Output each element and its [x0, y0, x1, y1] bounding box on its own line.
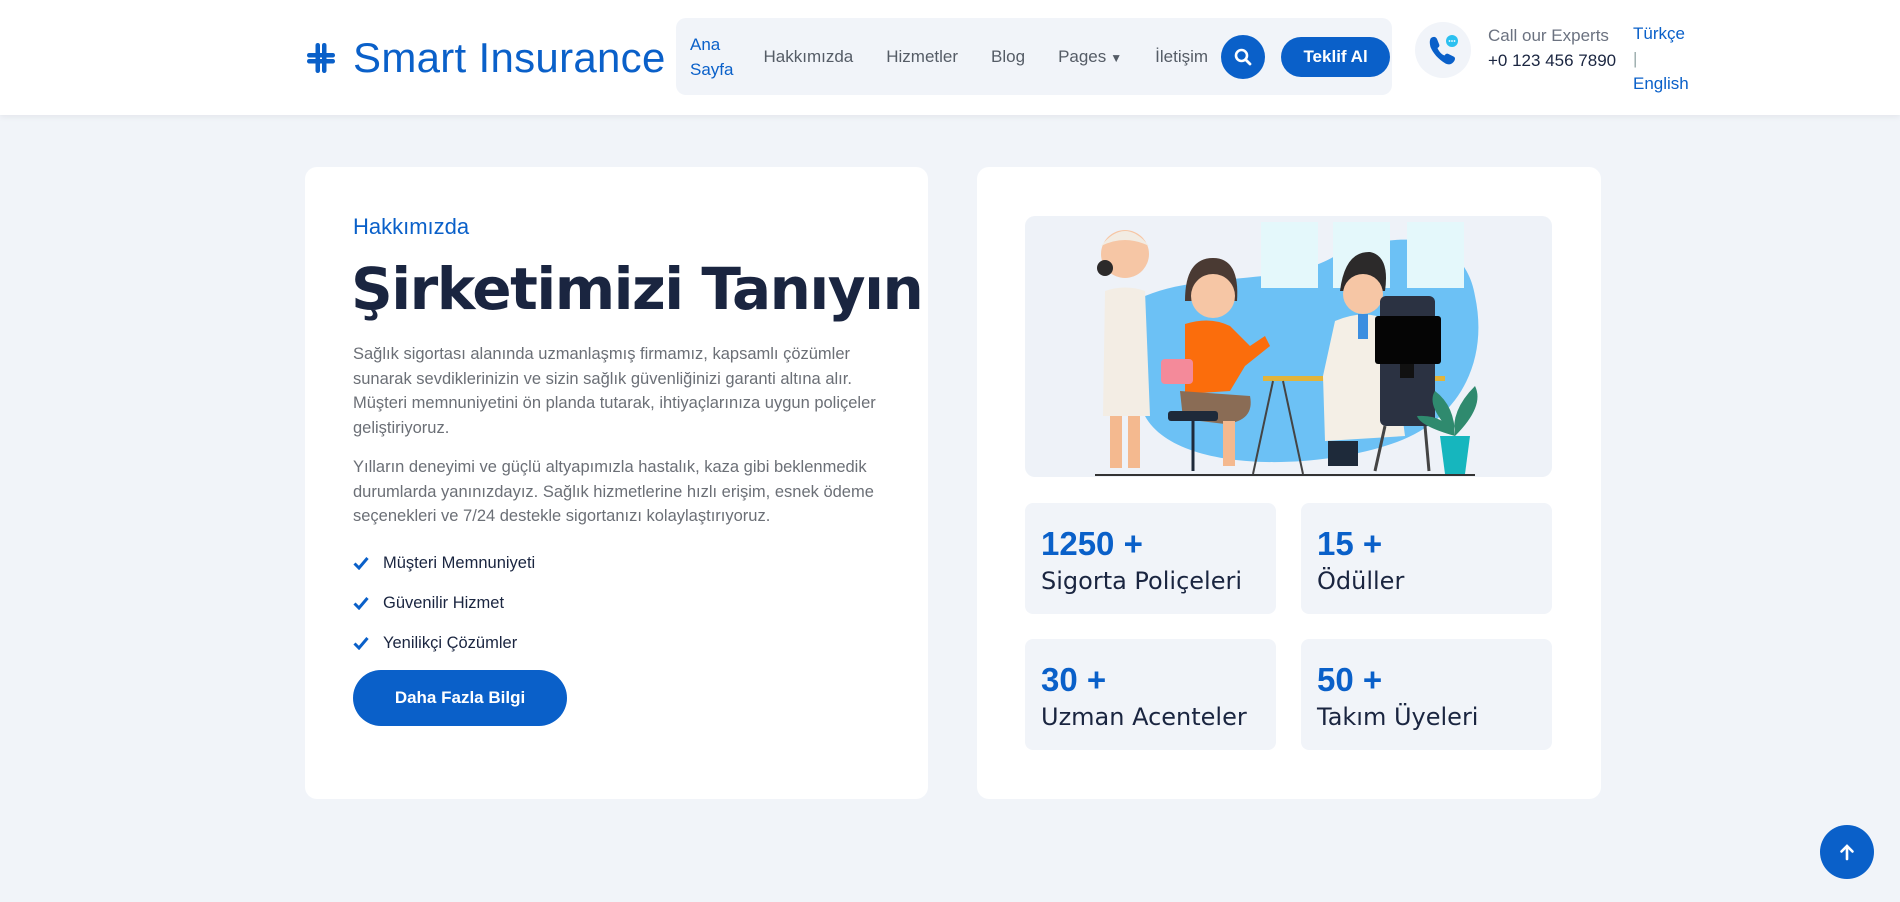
lang-separator: | [1633, 49, 1638, 68]
doctor-consultation-illustration [1025, 216, 1552, 477]
stat-label: Uzman Acenteler [1041, 703, 1247, 731]
illustration-svg [1095, 222, 1479, 476]
phone-chat-icon [1429, 35, 1458, 65]
check-icon [353, 557, 369, 570]
nav-about[interactable]: Hakkımızda [763, 47, 853, 67]
brand-logo[interactable]: Smart Insurance [303, 34, 666, 82]
checklist-item: Güvenilir Hizmet [353, 583, 535, 623]
learn-more-button[interactable]: Daha Fazla Bilgi [353, 670, 567, 726]
search-button[interactable] [1221, 34, 1266, 79]
scroll-to-top-button[interactable] [1820, 825, 1874, 879]
nav-services[interactable]: Hizmetler [886, 47, 958, 67]
checklist-item: Müşteri Memnuniyeti [353, 543, 535, 583]
page-title: Şirketimizi Tanıyın [351, 255, 924, 323]
about-paragraph-1: Sağlık sigortası alanında uzmanlaşmış fi… [353, 345, 876, 437]
stat-card-team: 50 + Takım Üyeleri [1301, 639, 1552, 750]
checklist-label: Müşteri Memnuniyeti [383, 553, 536, 572]
stat-card-awards: 15 + Ödüller [1301, 503, 1552, 614]
language-switcher: Türkçe | English [1633, 21, 1689, 96]
slack-like-logo-icon [307, 43, 335, 73]
search-icon [1234, 48, 1252, 65]
nav-home[interactable]: Ana Sayfa [690, 32, 733, 82]
section-kicker: Hakkımızda [353, 214, 470, 239]
main-nav: Ana Sayfa Hakkımızda Hizmetler Blog Pages… [676, 18, 1392, 95]
nav-pages-label: Pages [1058, 46, 1107, 66]
stat-number: 50 + [1317, 661, 1383, 698]
check-icon [353, 637, 369, 650]
checklist-label: Yenilikçi Çözümler [383, 633, 518, 652]
about-paragraph-2: Yılların deneyimi ve güçlü altyapımızla … [353, 458, 874, 525]
stat-label: Ödüller [1317, 567, 1405, 595]
phone-icon-wrap [1415, 22, 1471, 78]
brand-name: Smart Insurance [353, 34, 666, 81]
stat-number: 30 + [1041, 661, 1107, 698]
phone-number[interactable]: +0 123 456 7890 [1488, 48, 1616, 73]
stat-label: Takım Üyeleri [1317, 703, 1479, 731]
stat-card-policies: 1250 + Sigorta Poliçeleri [1025, 503, 1276, 614]
call-label: Call our Experts [1488, 26, 1609, 45]
nav-pages[interactable]: Pages ▼ [1058, 47, 1122, 67]
call-experts: Call our Experts +0 123 456 7890 [1488, 23, 1616, 73]
nav-home-label-1: Ana [690, 34, 721, 54]
nav-contact[interactable]: İletişim [1155, 47, 1208, 67]
lang-turkish[interactable]: Türkçe [1633, 21, 1689, 46]
get-quote-button[interactable]: Teklif Al [1281, 36, 1391, 77]
checklist-item: Yenilikçi Çözümler [353, 623, 535, 663]
stats-card: 1250 + Sigorta Poliçeleri 15 + Ödüller 30 … [977, 167, 1601, 799]
site-header: Smart Insurance Ana Sayfa Hakkımızda Hizm… [0, 0, 1900, 115]
check-icon [353, 597, 369, 610]
stat-number: 15 + [1317, 525, 1383, 562]
stat-card-agents: 30 + Uzman Acenteler [1025, 639, 1276, 750]
stat-label: Sigorta Poliçeleri [1041, 567, 1242, 595]
lang-english[interactable]: English [1633, 71, 1689, 96]
nav-blog[interactable]: Blog [991, 47, 1025, 67]
checklist-label: Güvenilir Hizmet [383, 593, 505, 612]
stat-number: 1250 + [1041, 525, 1143, 562]
about-card: Hakkımızda Şirketimizi Tanıyın Sağlık si… [305, 167, 928, 799]
nav-home-label-2: Sayfa [690, 59, 734, 79]
chevron-down-icon: ▼ [1110, 50, 1123, 65]
arrow-up-icon [1840, 844, 1854, 861]
feature-checklist: Müşteri Memnuniyeti Güvenilir Hizmet Yen… [353, 543, 535, 663]
